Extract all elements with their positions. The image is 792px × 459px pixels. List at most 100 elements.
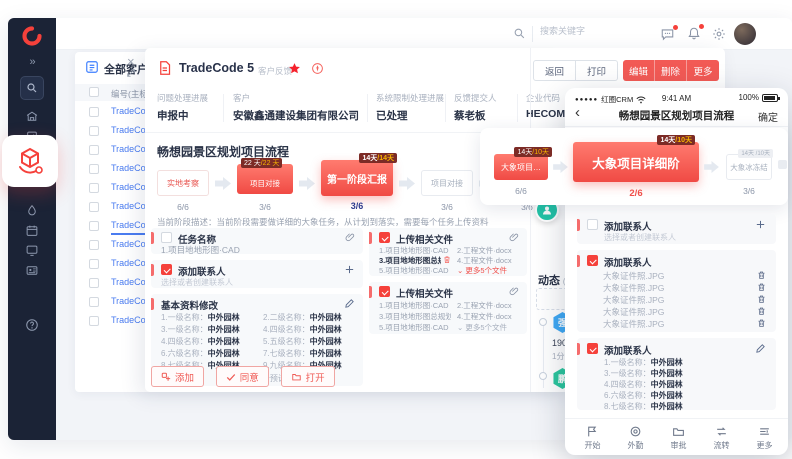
select-all-checkbox[interactable]	[89, 87, 99, 97]
flow-arrow-icon	[399, 177, 415, 190]
sidebar: »	[8, 18, 56, 440]
more-files-link[interactable]: ⌄ 更多5个文件	[457, 322, 507, 333]
info-row: 6.六级名称：中外园林	[161, 348, 240, 359]
row-checkbox[interactable]	[89, 126, 99, 136]
toolbar-field[interactable]: 外勤	[614, 425, 657, 451]
contact-checkbox[interactable]	[587, 219, 598, 230]
row-checkbox[interactable]	[89, 316, 99, 326]
back-button[interactable]: 返回	[533, 60, 576, 81]
row-checkbox[interactable]	[89, 202, 99, 212]
info-row: 3.一级名称：中外园林	[604, 368, 683, 379]
plus-icon[interactable]	[755, 219, 766, 230]
contact-checkbox[interactable]	[161, 264, 172, 275]
global-search-icon[interactable]	[513, 27, 526, 40]
edit-button[interactable]: 编辑	[623, 60, 655, 81]
flow-step-done[interactable]: 实地考察 6/6	[157, 170, 209, 196]
battery-percent: 100%	[739, 93, 759, 102]
task-checkbox[interactable]	[161, 232, 172, 243]
trash-icon[interactable]	[757, 306, 766, 316]
flow-step[interactable]: 项目对接 22 天/22 天 3/6	[237, 164, 293, 194]
paperclip-icon[interactable]	[509, 232, 519, 243]
trash-icon[interactable]	[443, 255, 451, 264]
toolbar-divider	[565, 418, 788, 419]
more-button[interactable]: 更多	[687, 60, 719, 81]
info-row: 5.五级名称：中外园林	[263, 336, 342, 347]
info-row: 4.四级名称：中外园林	[263, 324, 342, 335]
contact-checkbox[interactable]	[587, 343, 598, 354]
pflow-step-done[interactable]: 大象项目… 14天/10天 6/6	[494, 154, 548, 180]
row-checkbox[interactable]	[89, 297, 99, 307]
toolbar-more[interactable]: 更多	[743, 425, 786, 451]
app-logo	[22, 26, 42, 46]
timeline-node	[539, 372, 547, 380]
confirm-button[interactable]: 确定	[758, 109, 778, 124]
detail-footer-actions: 添加 同意 打开	[151, 366, 344, 387]
row-checkbox[interactable]	[89, 145, 99, 155]
avatar[interactable]	[734, 23, 756, 45]
seal-badge-icon[interactable]	[311, 62, 324, 75]
pencil-icon[interactable]	[344, 298, 355, 309]
row-checkbox[interactable]	[89, 259, 99, 269]
info-row: 6.六级名称：中外园林	[604, 390, 683, 401]
messages-badge-dot	[673, 25, 678, 30]
row-checkbox[interactable]	[89, 183, 99, 193]
id-card-icon[interactable]	[26, 264, 39, 277]
pflow-step-current[interactable]: 大象项目详细阶 14天/10天 2/6	[573, 142, 699, 182]
print-button[interactable]: 打印	[576, 60, 618, 81]
trash-icon[interactable]	[757, 282, 766, 292]
toolbar-transfer[interactable]: 流转	[700, 425, 743, 451]
collapse-sidebar-icon[interactable]: »	[29, 56, 34, 68]
timeline-node	[539, 318, 547, 326]
search-icon[interactable]	[20, 76, 44, 100]
help-icon[interactable]	[25, 318, 39, 332]
record-title: TradeCode 5	[179, 61, 254, 75]
red-button-group: 编辑 删除 更多	[623, 60, 719, 81]
row-checkbox[interactable]	[89, 240, 99, 250]
panel-divider	[530, 48, 531, 392]
row-checkbox[interactable]	[89, 164, 99, 174]
flow-step-current[interactable]: 第一阶段汇报 14天/14天 3/6	[321, 160, 393, 196]
record-tag: 客户反馈	[258, 65, 292, 77]
more-files-link[interactable]: ⌄ 更多5个文件	[457, 265, 507, 276]
leads-icon[interactable]	[26, 204, 39, 217]
paperclip-icon[interactable]	[509, 286, 519, 297]
toolbar-approve[interactable]: 审批	[657, 425, 700, 451]
row-checkbox[interactable]	[89, 107, 99, 117]
pencil-icon[interactable]	[755, 343, 766, 354]
search-input[interactable]	[540, 26, 630, 36]
more-sliders-icon	[758, 425, 771, 438]
upload-files-card: 上传相关文件 1.项目地地形图·CAD 2.工程文件·docx 3.项目地地形图…	[369, 282, 527, 334]
agree-button[interactable]: 同意	[216, 366, 269, 387]
contact-checkbox[interactable]	[587, 255, 598, 266]
approve-folder-icon	[672, 425, 685, 438]
paperclip-icon[interactable]	[345, 232, 355, 243]
open-button[interactable]: 打开	[281, 366, 335, 387]
favorite-star-icon[interactable]	[288, 62, 301, 75]
workspace-icon[interactable]	[26, 244, 39, 257]
trash-icon[interactable]	[757, 270, 766, 280]
meta-field: 反馈提交人蔡老板	[454, 92, 497, 123]
phone-info-card: 添加联系人 1.一级名称：中外园林 3.一级名称：中外园林 4.四级名称：中外园…	[577, 338, 776, 410]
add-button[interactable]: 添加	[151, 366, 204, 387]
phone-mockup: ●●●●● 红圈CRM 9:41 AM 100% ‹ 畅想园景区规划项目流程 确…	[565, 88, 788, 455]
row-checkbox[interactable]	[89, 221, 99, 231]
info-row: 1.一级名称：中外园林	[604, 357, 683, 368]
upload-checkbox[interactable]	[379, 232, 390, 243]
info-row: 8.七级名称：中外园林	[604, 401, 683, 412]
delete-button[interactable]: 删除	[655, 60, 687, 81]
calendar-icon[interactable]	[26, 224, 39, 237]
pflow-step-future[interactable]: 大象冰冻结 14天 /10天 3/6	[726, 154, 772, 180]
close-icon[interactable]: ×	[127, 54, 135, 69]
flow-step-future[interactable]: 项目对接 3/6	[421, 170, 473, 196]
settings-gear-icon[interactable]	[712, 27, 726, 41]
trash-icon[interactable]	[757, 294, 766, 304]
upload-checkbox[interactable]	[379, 286, 390, 297]
expand-icon[interactable]	[126, 68, 136, 78]
toolbar-start[interactable]: 开始	[571, 425, 614, 451]
field-location-icon	[629, 425, 642, 438]
customers-icon[interactable]	[26, 110, 39, 123]
plus-icon[interactable]	[344, 264, 355, 275]
trash-icon[interactable]	[757, 318, 766, 328]
info-row: 7.七级名称：中外园林	[263, 348, 342, 359]
row-checkbox[interactable]	[89, 278, 99, 288]
